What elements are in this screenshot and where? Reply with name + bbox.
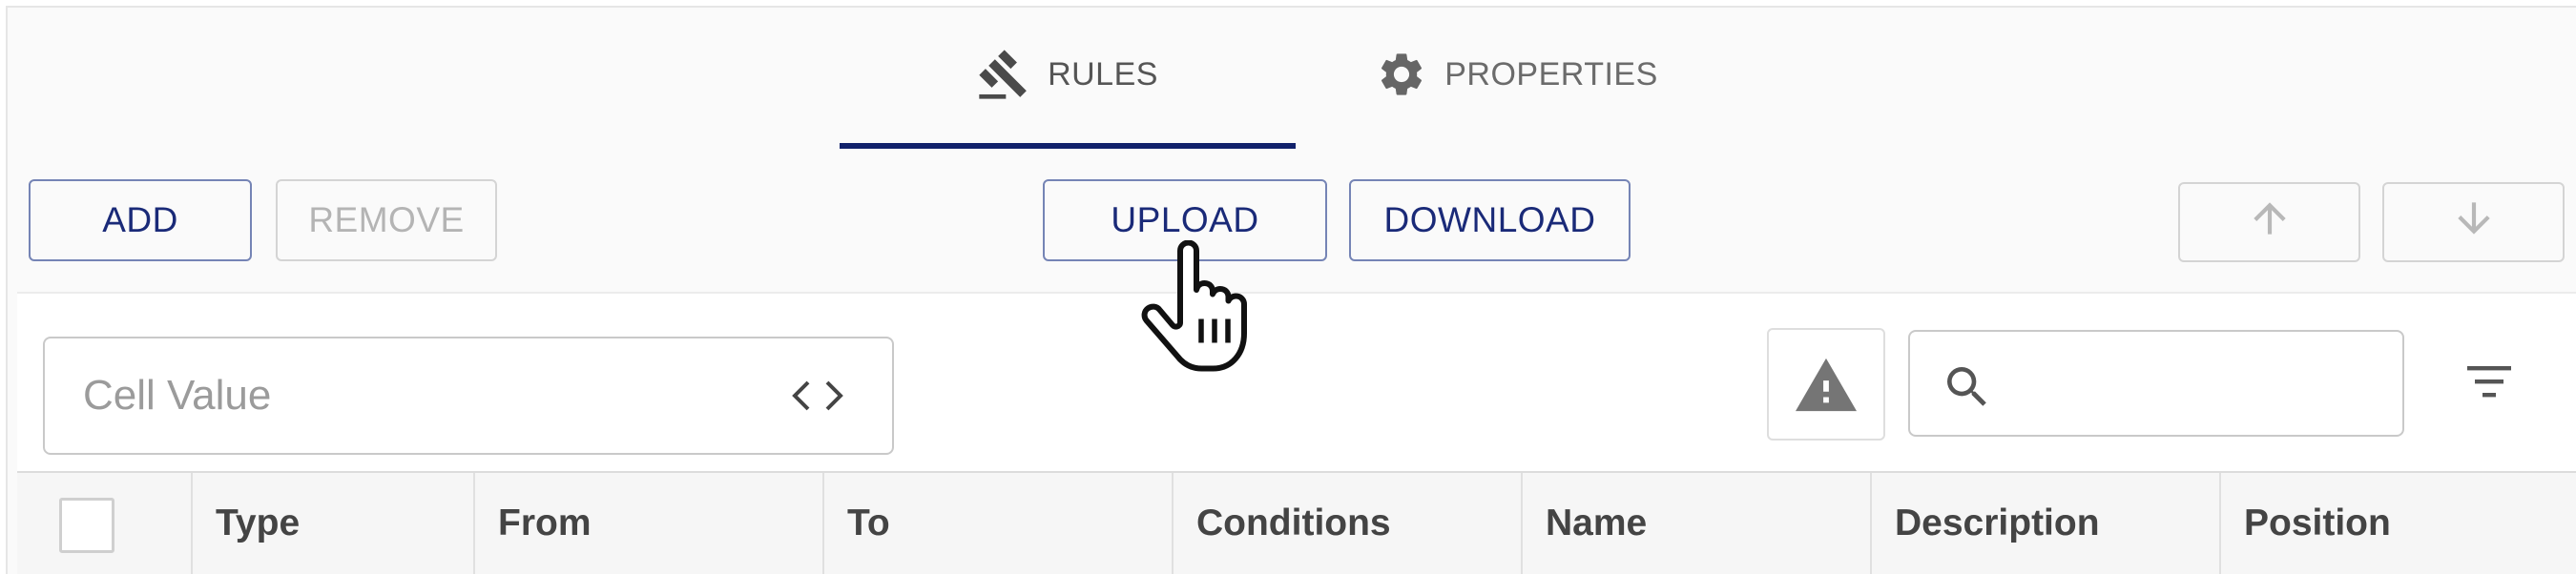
tab-properties[interactable]: PROPERTIES xyxy=(1326,0,1708,149)
column-header-to[interactable]: To xyxy=(822,473,1172,574)
tab-rules-label: RULES xyxy=(1048,55,1158,92)
column-header-from[interactable]: From xyxy=(473,473,822,574)
column-header-position[interactable]: Position xyxy=(2219,473,2576,574)
cell-value-field[interactable] xyxy=(43,337,894,455)
active-tab-indicator xyxy=(840,143,1296,149)
add-button[interactable]: ADD xyxy=(29,179,252,261)
remove-button[interactable]: REMOVE xyxy=(276,179,497,261)
filter-icon[interactable] xyxy=(2465,362,2513,405)
column-header-conditions[interactable]: Conditions xyxy=(1172,473,1521,574)
gear-icon xyxy=(1376,49,1427,100)
search-icon xyxy=(1941,360,1994,419)
search-input[interactable] xyxy=(2009,351,2385,418)
download-button[interactable]: DOWNLOAD xyxy=(1349,179,1631,261)
tab-properties-label: PROPERTIES xyxy=(1444,55,1658,92)
move-up-button[interactable] xyxy=(2178,182,2360,262)
gavel-icon xyxy=(977,48,1030,101)
cell-value-input[interactable] xyxy=(81,371,753,420)
search-field[interactable] xyxy=(1908,330,2404,437)
hand-pointer-cursor-icon xyxy=(1141,239,1265,379)
code-icon[interactable] xyxy=(791,377,844,420)
arrow-down-icon xyxy=(2450,195,2498,251)
table-header: Type From To Conditions Name Description… xyxy=(17,471,2576,574)
warnings-button[interactable] xyxy=(1767,328,1885,441)
warning-icon xyxy=(1793,353,1859,417)
column-header-name[interactable]: Name xyxy=(1521,473,1870,574)
move-down-button[interactable] xyxy=(2382,182,2565,262)
select-all-checkbox[interactable] xyxy=(59,498,114,553)
column-header-description[interactable]: Description xyxy=(1870,473,2219,574)
tab-rules[interactable]: RULES xyxy=(840,0,1296,149)
column-header-type[interactable]: Type xyxy=(191,473,473,574)
arrow-up-icon xyxy=(2246,195,2294,251)
